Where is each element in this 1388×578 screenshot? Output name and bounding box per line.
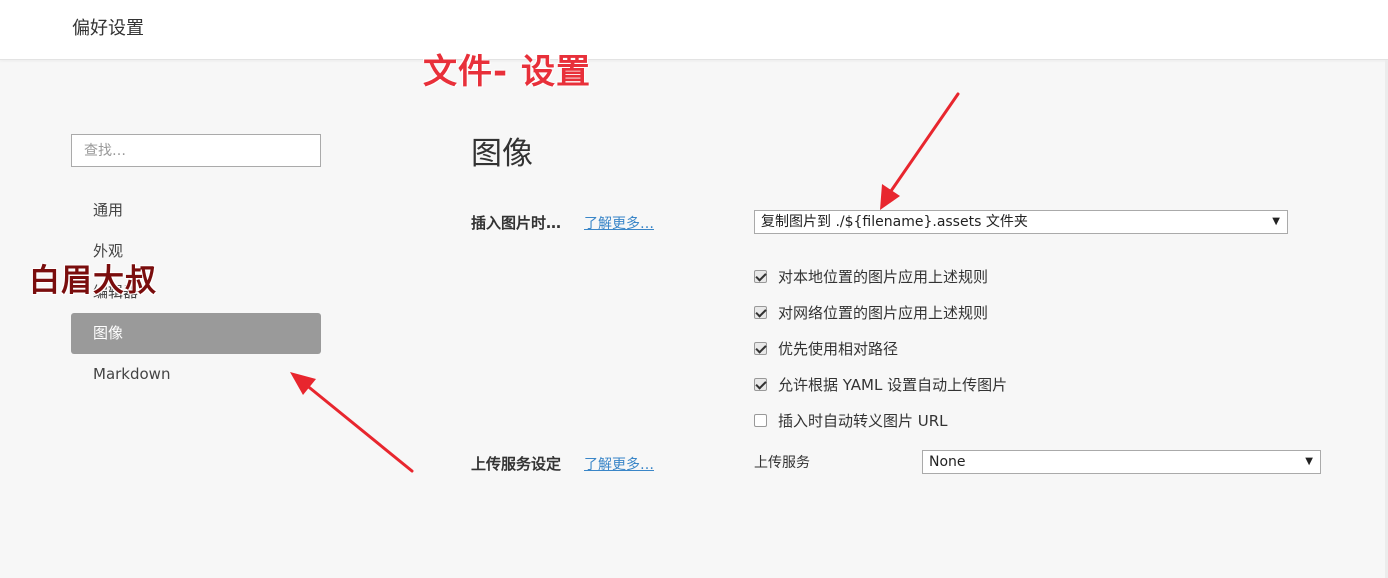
annotation-arrows: [290, 92, 960, 473]
arrow-to-select-icon: [880, 92, 960, 210]
arrow-to-image-nav-icon: [290, 372, 414, 473]
